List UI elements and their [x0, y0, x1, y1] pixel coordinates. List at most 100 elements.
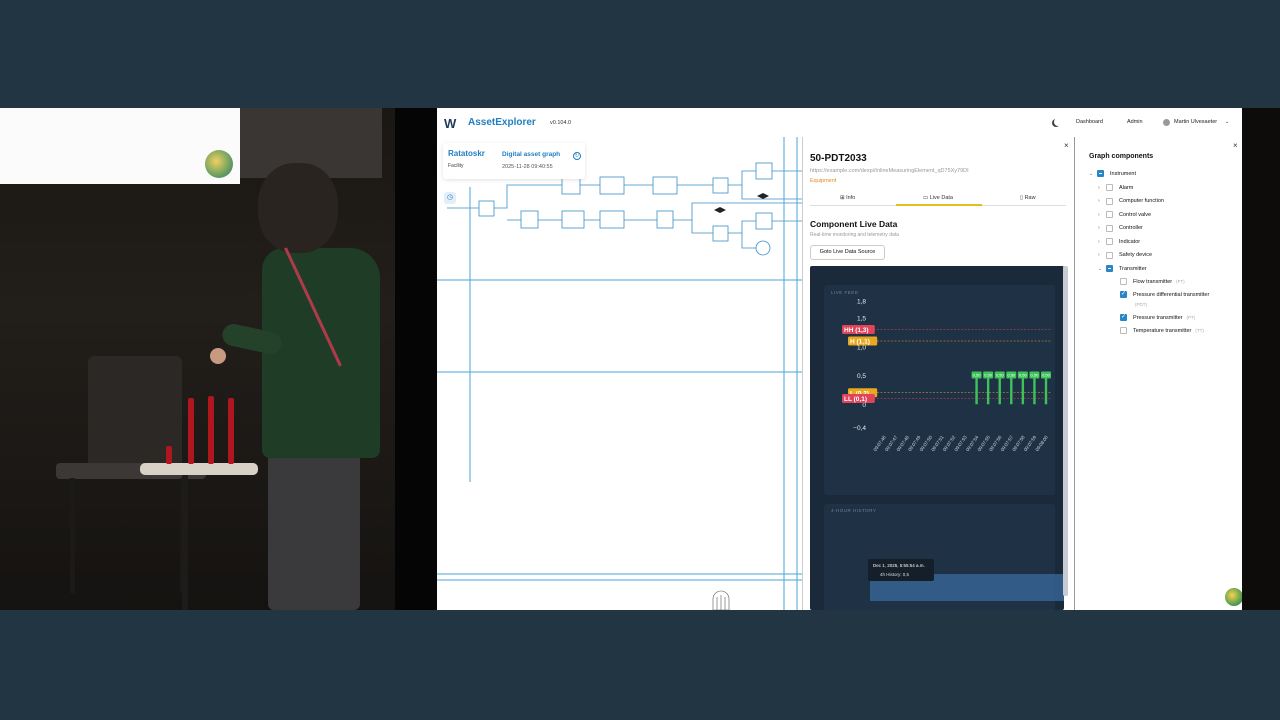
detail-scrollbar[interactable]: [1063, 266, 1068, 596]
candle: [228, 398, 234, 464]
presenter-head: [258, 163, 338, 253]
tab-live-data[interactable]: ▭ Live Data: [923, 195, 953, 201]
tab-raw[interactable]: ▯ Raw: [1020, 195, 1036, 201]
y-tick-label: 0,5: [857, 373, 866, 380]
tree-item-abbr: (FT): [1176, 279, 1185, 284]
tree-item-indicator[interactable]: › Indicator: [1098, 238, 1140, 245]
projector-screen: [0, 108, 240, 184]
facility-info-card[interactable]: Ratatoskr Facility Digital asset graph 2…: [443, 143, 585, 179]
detail-tabs: ⊞ Info ▭ Live Data ▯ Raw: [810, 192, 1066, 206]
tree-item-label: Transmitter: [1119, 265, 1147, 272]
chevron-icon[interactable]: ›: [1098, 185, 1106, 191]
chevron-icon[interactable]: ⌄: [1098, 266, 1106, 272]
clock-icon[interactable]: ◷: [444, 192, 456, 204]
bottom-letterbox: [0, 610, 1280, 720]
refresh-icon[interactable]: ↻: [573, 152, 581, 160]
checkbox[interactable]: [1106, 265, 1113, 272]
theme-toggle-moon-icon[interactable]: [1054, 118, 1062, 126]
history-label: 4-HOUR HISTORY: [831, 508, 877, 513]
y-tick-label: 1,5: [857, 316, 866, 323]
live-feed-chart[interactable]: 1,81,51,00,50−0,4HH (1,3)H (1,1)L (0,2)L…: [824, 285, 1055, 495]
tree-item-instrument[interactable]: ⌄ Instrument: [1089, 170, 1136, 177]
tree-item-pressure-transmitter[interactable]: Pressure transmitter(PT): [1112, 313, 1195, 321]
close-components-icon[interactable]: ×: [1233, 141, 1238, 150]
checkbox[interactable]: [1120, 278, 1127, 285]
tab-live-data-label: Live Data: [929, 195, 953, 201]
checkbox[interactable]: [1106, 184, 1113, 191]
bar: [1033, 375, 1036, 405]
chevron-icon[interactable]: ›: [1098, 252, 1106, 258]
chevron-icon[interactable]: ›: [1098, 239, 1106, 245]
checkbox[interactable]: [1097, 170, 1104, 177]
tree-item-alarm[interactable]: › Alarm: [1098, 184, 1133, 191]
presenter-hand: [210, 348, 226, 364]
tree-item-label: Safety device: [1119, 252, 1153, 258]
checkbox[interactable]: [1106, 238, 1113, 245]
live-data-dashboard: LIVE FEED 1,8 1,5 1,0 0,5 0 −0,4 HH (1,3) H (1,…: [810, 266, 1064, 610]
table-leg: [182, 475, 188, 610]
tree-item-label: Pressure transmitter: [1133, 314, 1183, 321]
tree-item-label: Instrument: [1110, 170, 1136, 177]
app-header: W AssetExplorer v0.104.0 Dashboard Admin…: [437, 108, 1242, 137]
user-avatar-icon[interactable]: [1163, 119, 1170, 126]
candle: [208, 396, 214, 464]
tooltip-time: Dec 1, 2025, 5:55:54 a.m.: [873, 563, 925, 568]
bar: [1021, 375, 1025, 405]
graph-date: 2025-11-28 09:40:55: [502, 164, 553, 170]
tree-item-label: Indicator: [1119, 238, 1141, 245]
chevron-down-icon[interactable]: ⌄: [1225, 119, 1229, 125]
tree-item-label: Flow transmitter: [1133, 278, 1173, 285]
chevron-icon[interactable]: ⌄: [1089, 171, 1097, 177]
graph-canvas[interactable]: Ratatoskr Facility Digital asset graph 2…: [437, 137, 802, 610]
nav-admin-link[interactable]: Admin: [1127, 119, 1143, 125]
bar: [986, 375, 990, 405]
app-title[interactable]: AssetExplorer: [468, 117, 536, 128]
chevron-icon[interactable]: ›: [1098, 212, 1106, 218]
monitor-icon: ▭: [923, 195, 930, 201]
checkbox[interactable]: [1106, 211, 1113, 218]
y-tick-label: 1,8: [857, 298, 866, 305]
tree-item-controller[interactable]: › Controller: [1098, 224, 1143, 232]
tree-item-label: Controller: [1119, 225, 1143, 231]
goto-live-data-source-button[interactable]: Goto Live Data Source: [810, 245, 885, 260]
close-detail-icon[interactable]: ×: [1064, 141, 1069, 150]
bar-data-label: 0,50: [1042, 373, 1051, 378]
checkbox[interactable]: [1120, 327, 1127, 334]
app-logo-icon[interactable]: W: [444, 116, 456, 131]
tree-item-control-valve[interactable]: › Control valve: [1098, 211, 1151, 218]
tree-item-label: Temperature transmitter: [1133, 327, 1192, 334]
component-url[interactable]: https://example.com/dexpi/InlineMeasurin…: [810, 168, 969, 174]
nav-dashboard-link[interactable]: Dashboard: [1076, 119, 1103, 125]
chevron-icon[interactable]: ›: [1098, 198, 1106, 204]
tree-item-computer-function[interactable]: › Computer function: [1098, 197, 1164, 205]
active-tab-indicator: [896, 204, 982, 206]
candle: [188, 398, 194, 464]
tree-item-safety-device[interactable]: › Safety device: [1098, 251, 1153, 259]
tree-item-flow-transmitter[interactable]: Flow transmitter (FT): [1112, 278, 1185, 285]
threshold-label: LL (0,1): [844, 396, 867, 403]
bar: [1010, 375, 1013, 405]
component-detail-panel: × 50-PDT2033 https://example.com/dexpi/I…: [802, 137, 1074, 610]
chevron-icon[interactable]: ›: [1098, 225, 1106, 231]
facility-name[interactable]: Ratatoskr: [448, 149, 485, 158]
checkbox[interactable]: [1106, 197, 1113, 205]
tree-item-abbr: (PDT): [1135, 302, 1147, 307]
tab-info[interactable]: ⊞ Info: [840, 195, 855, 201]
tree-item-pressure-differential-transmitter[interactable]: Pressure differential transmitter: [1112, 290, 1209, 298]
checkbox[interactable]: [1120, 290, 1127, 298]
globe-logo-icon[interactable]: [1225, 588, 1242, 606]
user-menu[interactable]: Martin Ulvesaeter: [1174, 119, 1217, 125]
bar-data-label: 0,50: [1031, 373, 1040, 378]
tree-item-abbr: (TT): [1195, 328, 1204, 333]
tree-item-temperature-transmitter[interactable]: Temperature transmitter (TT): [1112, 327, 1204, 334]
checkbox[interactable]: [1120, 313, 1127, 321]
dark-gap: [395, 108, 437, 610]
checkbox[interactable]: [1106, 251, 1113, 259]
tree-item-transmitter[interactable]: ⌄ Transmitter: [1098, 265, 1147, 272]
facility-type: Facility: [448, 163, 464, 169]
graph-title[interactable]: Digital asset graph: [502, 151, 560, 158]
bar-data-label: 0,50: [1019, 373, 1028, 378]
bar: [975, 375, 978, 405]
chair-leg: [70, 478, 75, 593]
checkbox[interactable]: [1106, 224, 1113, 232]
